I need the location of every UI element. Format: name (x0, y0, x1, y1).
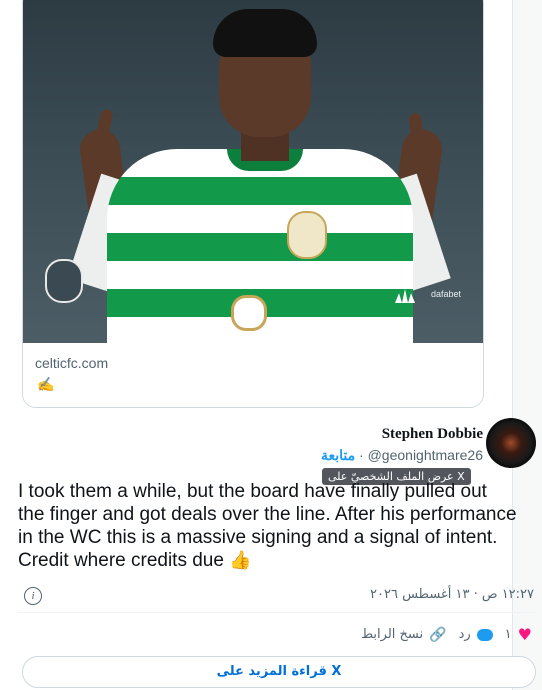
sponsor-logo-icon (231, 295, 267, 331)
link-domain[interactable]: celticfc.com (35, 355, 108, 371)
copy-link-label: نسخ الرابط (361, 627, 424, 642)
sponsor-brand-text: dafabet (431, 289, 462, 299)
follow-button[interactable]: متابعة (321, 447, 355, 463)
avatar[interactable] (486, 418, 536, 468)
club-crest-watermark-icon (45, 259, 83, 303)
writing-hand-emoji: ✍️ (37, 377, 55, 393)
separator-dot: · (359, 447, 364, 463)
tweet-body-text: I took them a while, but the board have … (18, 481, 517, 571)
link-icon[interactable]: 🔗 (429, 627, 446, 643)
user-handle[interactable]: @geonightmare26 (368, 447, 483, 463)
divider (18, 612, 536, 613)
display-name[interactable]: Stephen Dobbie (382, 426, 483, 443)
tweet-actions: ♥ ١ رد 🔗 نسخ الرابط (361, 625, 532, 644)
heart-icon[interactable]: ♥ (518, 625, 532, 644)
reply-bubble-icon[interactable] (476, 628, 493, 641)
club-crest-icon (287, 211, 327, 259)
handle-row: متابعة · @geonightmare26 (321, 447, 483, 464)
tweet-text: I took them a while, but the board have … (18, 480, 518, 572)
copy-link-action[interactable]: 🔗 نسخ الرابط (361, 627, 447, 643)
like-action[interactable]: ♥ ١ (505, 625, 532, 644)
reply-label: رد (458, 627, 471, 642)
thumbs-up-emoji: 👍 (229, 550, 252, 570)
read-more-on-x-button[interactable]: قراءة المزيد على X (22, 656, 536, 688)
link-card-footer: celticfc.com ✍️ (23, 343, 483, 407)
like-count: ١ (504, 627, 512, 642)
info-icon[interactable]: i (24, 587, 42, 605)
tweet-timestamp[interactable]: ١٢:٢٧ ص · ١٣ أغسطس ٢٠٢٦ (370, 587, 534, 602)
link-preview-card[interactable]: dafabet celticfc.com ✍️ (22, 0, 484, 408)
player-photo: dafabet (23, 0, 483, 343)
player-hair (213, 9, 317, 57)
reply-action[interactable]: رد (459, 627, 493, 642)
